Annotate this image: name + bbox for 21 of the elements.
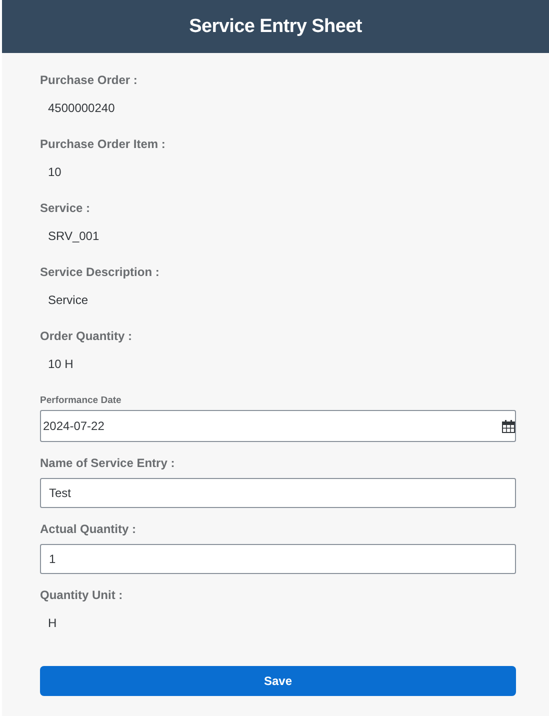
field-label: Purchase Order :	[40, 73, 138, 88]
date-field[interactable]: 2024-07-22	[40, 410, 516, 442]
field-label: Quantity Unit :	[40, 588, 124, 603]
field-value: 4500000240	[47, 100, 116, 117]
field-value: SRV_001	[47, 228, 100, 245]
field-label: Name of Service Entry :	[40, 456, 176, 471]
field-label: Performance Date	[40, 394, 122, 408]
field-label: Order Quantity :	[40, 329, 134, 344]
page-title: Service Entry Sheet	[189, 16, 362, 38]
field-value: 10	[47, 164, 62, 181]
input-field[interactable]: Test	[40, 478, 516, 508]
field-label: Purchase Order Item :	[40, 137, 166, 152]
field-label: Actual Quantity :	[40, 522, 138, 537]
field-label: Service :	[40, 201, 92, 216]
calendar-icon[interactable]	[502, 420, 515, 433]
save-button[interactable]: Save	[40, 666, 516, 696]
field-value: 10 H	[47, 356, 74, 373]
input-field[interactable]: 1	[40, 544, 516, 574]
field-value: Service	[47, 292, 90, 309]
field-value: H	[47, 615, 58, 632]
field-label: Service Description :	[40, 265, 160, 280]
